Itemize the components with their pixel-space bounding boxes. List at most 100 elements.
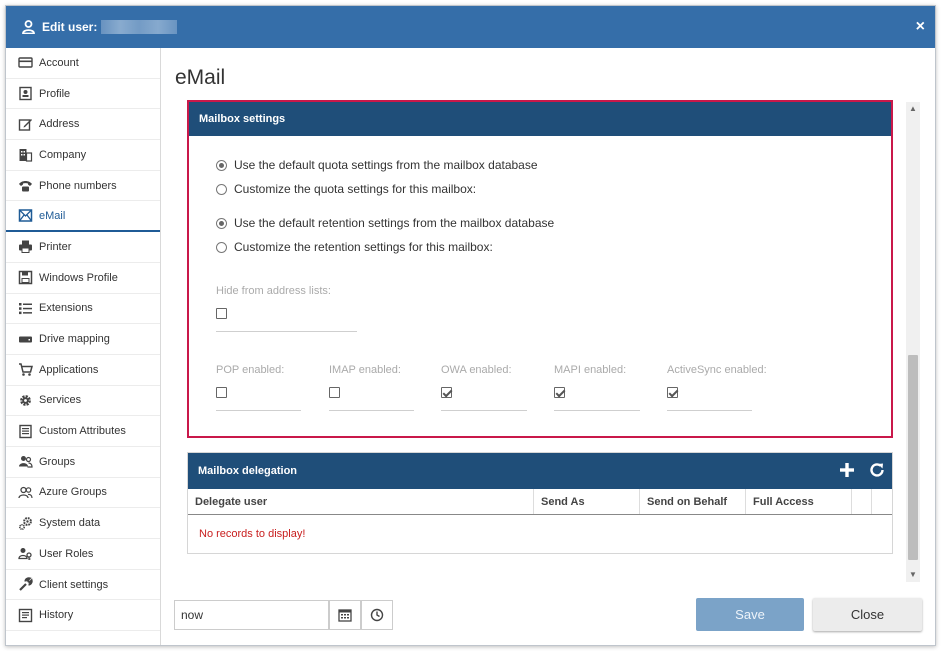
sidebar-item-system-data[interactable]: System data — [6, 508, 160, 539]
gear-icon — [20, 395, 31, 406]
quota-default-option[interactable]: Use the default quota settings from the … — [216, 158, 538, 172]
sidebar-item-label: Custom Attributes — [39, 425, 126, 438]
sidebar-item-applications[interactable]: Applications — [6, 355, 160, 386]
floppy-icon — [18, 270, 33, 285]
history-icon — [18, 608, 33, 622]
building-icon — [19, 149, 33, 163]
quota-custom-radio[interactable] — [216, 183, 227, 195]
calendar-button[interactable] — [329, 600, 361, 630]
time-button[interactable] — [361, 600, 393, 630]
sidebar-item-user-roles[interactable]: User Roles — [6, 539, 160, 570]
book-icon — [19, 424, 32, 438]
quota-custom-option[interactable]: Customize the quota settings for this ma… — [216, 182, 476, 196]
sidebar-item-label: Company — [39, 148, 87, 161]
content-scrollbar[interactable]: ▲ ▼ — [906, 102, 920, 582]
field-underline — [554, 410, 640, 411]
activesync-enabled-checkbox[interactable] — [667, 387, 678, 398]
column-spacer — [852, 489, 872, 514]
delegation-grid-header: Delegate user Send As Send on Behalf Ful… — [188, 489, 892, 515]
sidebar-item-label: Address — [39, 118, 80, 131]
no-records-message: No records to display! — [199, 528, 306, 540]
column-send-as[interactable]: Send As — [534, 489, 640, 514]
redacted-username — [101, 20, 178, 34]
sidebar-item-drive-mapping[interactable]: Drive mapping — [6, 324, 160, 355]
cart-icon — [19, 363, 33, 377]
scroll-thumb[interactable] — [908, 355, 918, 560]
sidebar-item-label: Windows Profile — [39, 271, 118, 284]
sidebar-item-email[interactable]: eMail — [6, 201, 160, 233]
pop-enabled-checkbox[interactable] — [216, 387, 227, 398]
sidebar-item-profile[interactable]: Profile — [6, 79, 160, 110]
printer-icon — [19, 240, 32, 254]
sidebar-item-windows-profile[interactable]: Windows Profile — [6, 263, 160, 294]
sidebar-item-phone-numbers[interactable]: Phone numbers — [6, 171, 160, 202]
field-underline — [667, 410, 752, 411]
mapi-enabled-checkbox[interactable] — [554, 387, 565, 398]
sidebar-item-address[interactable]: Address — [6, 109, 160, 141]
sidebar-item-label: Drive mapping — [39, 333, 110, 346]
calendar-icon — [338, 609, 352, 622]
mailbox-delegation-panel: Mailbox delegation Delegate user Send As… — [187, 452, 893, 554]
sidebar-item-label: System data — [39, 517, 101, 530]
column-delegate-user[interactable]: Delegate user — [188, 489, 534, 514]
retention-custom-option[interactable]: Customize the retention settings for thi… — [216, 240, 493, 254]
sidebar-item-groups[interactable]: Groups — [6, 447, 160, 478]
sidebar-item-account[interactable]: Account — [6, 48, 160, 79]
sidebar-item-history[interactable]: History — [6, 600, 160, 632]
scroll-down-icon[interactable]: ▼ — [906, 568, 920, 582]
mail-icon — [18, 209, 33, 223]
retention-default-option[interactable]: Use the default retention settings from … — [216, 216, 554, 230]
gears-icon — [18, 516, 32, 530]
close-icon[interactable]: × — [916, 18, 925, 36]
sidebar-item-services[interactable]: Services — [6, 386, 160, 417]
add-icon[interactable] — [838, 461, 856, 479]
column-send-on-behalf[interactable]: Send on Behalf — [640, 489, 746, 514]
user-icon — [20, 19, 36, 35]
pop-enabled-label: POP enabled: — [216, 364, 285, 376]
mailbox-settings-panel: Mailbox settings Use the default quota s… — [187, 100, 893, 438]
group-icon — [19, 456, 33, 468]
scroll-up-icon[interactable]: ▲ — [906, 102, 920, 116]
sidebar-item-printer[interactable]: Printer — [6, 232, 160, 263]
page-title: eMail — [175, 66, 226, 89]
sidebar-item-custom-attributes[interactable]: Custom Attributes — [6, 416, 160, 447]
sidebar-item-client-settings[interactable]: Client settings — [6, 570, 160, 601]
sidebar-item-label: Azure Groups — [39, 486, 107, 499]
date-input[interactable] — [174, 600, 329, 630]
sidebar-item-extensions[interactable]: Extensions — [6, 294, 160, 325]
retention-custom-label: Customize the retention settings for thi… — [234, 240, 493, 254]
drive-icon — [19, 336, 32, 343]
edit-user-dialog: Edit user: × Account Profile Address Com… — [5, 5, 936, 646]
mapi-enabled-label: MAPI enabled: — [554, 364, 627, 376]
refresh-icon[interactable] — [868, 461, 886, 479]
hide-from-lists-checkbox[interactable] — [216, 308, 227, 319]
sidebar-item-company[interactable]: Company — [6, 140, 160, 171]
retention-default-radio[interactable] — [216, 217, 227, 229]
sidebar-item-label: Extensions — [39, 302, 93, 315]
sidebar-item-azure-groups[interactable]: Azure Groups — [6, 478, 160, 509]
owa-enabled-checkbox[interactable] — [441, 387, 452, 398]
field-underline — [216, 410, 301, 411]
phone-icon — [19, 181, 32, 192]
field-underline — [329, 410, 414, 411]
profile-icon — [19, 86, 32, 101]
imap-enabled-label: IMAP enabled: — [329, 364, 401, 376]
save-button[interactable]: Save — [696, 598, 804, 631]
sidebar: Account Profile Address Company Phone nu… — [6, 48, 161, 645]
sidebar-item-label: Client settings — [39, 578, 109, 591]
wrench-icon — [19, 577, 33, 591]
dialog-title: Edit user: — [42, 20, 98, 34]
hide-from-lists-label: Hide from address lists: — [216, 285, 331, 297]
quota-default-radio[interactable] — [216, 159, 227, 171]
sidebar-item-label: Printer — [39, 240, 72, 253]
close-button[interactable]: Close — [813, 598, 922, 631]
sidebar-item-label: eMail — [39, 209, 66, 222]
retention-default-label: Use the default retention settings from … — [234, 216, 555, 230]
edit-icon — [18, 118, 32, 131]
column-full-access[interactable]: Full Access — [746, 489, 852, 514]
imap-enabled-checkbox[interactable] — [329, 387, 340, 398]
owa-enabled-label: OWA enabled: — [441, 364, 512, 376]
user-key-icon — [18, 548, 32, 561]
retention-custom-radio[interactable] — [216, 241, 227, 253]
sidebar-item-label: Services — [39, 394, 82, 407]
